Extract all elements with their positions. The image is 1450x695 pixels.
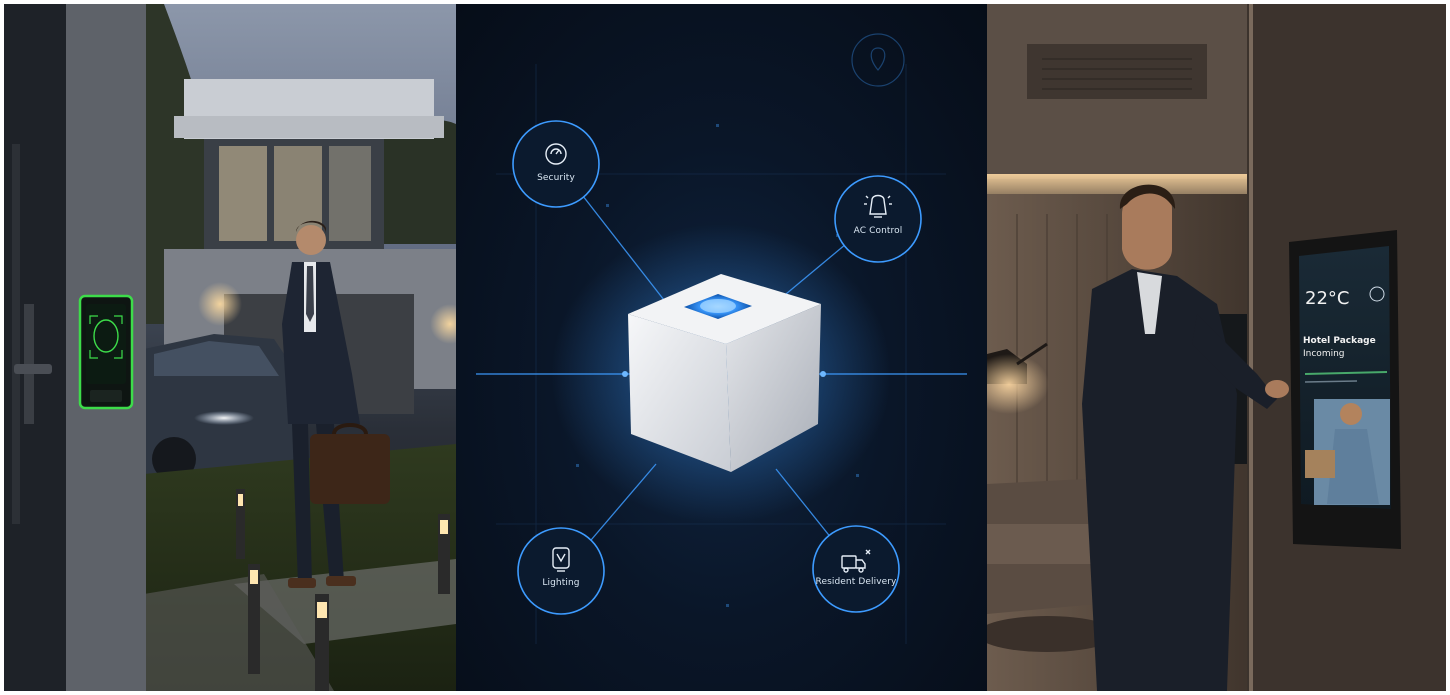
node-label-lighting: Lighting — [542, 578, 580, 588]
face-recognition-panel — [78, 294, 134, 410]
node-ac-control — [834, 175, 922, 263]
image-canvas: Security AC Control Lighting Resident De… — [0, 0, 1450, 695]
tablet-notice-title: Hotel Package — [1303, 336, 1376, 346]
node-label-resident-delivery: Resident Delivery — [815, 577, 897, 587]
node-label-security: Security — [537, 173, 575, 183]
smart-hub-panel: Security AC Control Lighting Resident De… — [456, 4, 987, 691]
location-pin-icon — [851, 33, 905, 87]
tablet-notice-subtitle: Incoming — [1303, 349, 1345, 359]
interior-scene-illustration — [987, 4, 1446, 691]
wall-tablet — [1289, 230, 1401, 549]
node-resident-delivery — [812, 525, 900, 613]
entrance-scene-panel — [4, 4, 456, 691]
node-label-ac-control: AC Control — [853, 226, 903, 236]
interior-scene-panel: 22°C Hotel Package Incoming — [987, 4, 1446, 691]
entrance-scene-illustration — [4, 4, 456, 691]
tablet-temperature: 22°C — [1305, 288, 1350, 309]
